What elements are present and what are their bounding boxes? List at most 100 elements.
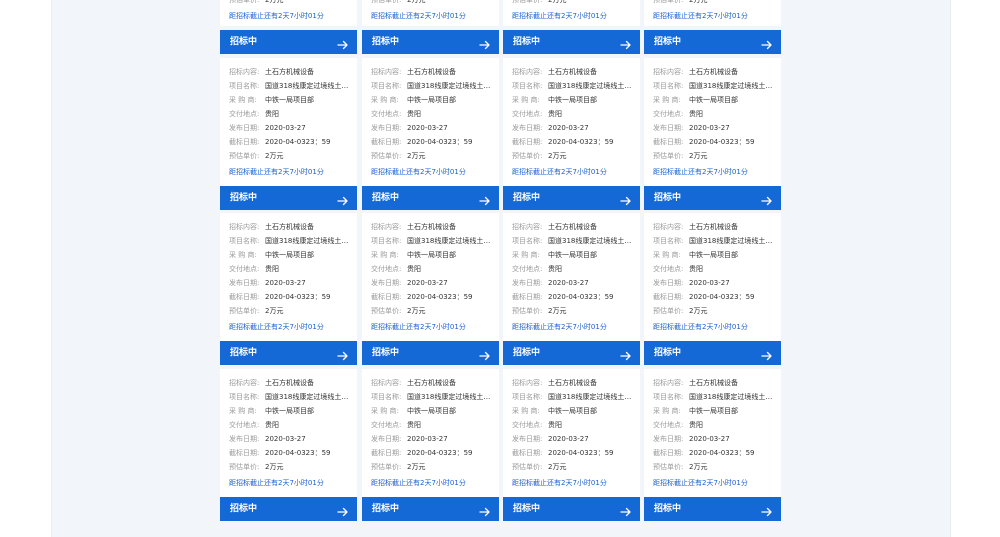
tender-card-body: 招标内容: 土石方机械设备 项目名称: 国道318线康定过境线土方... 采 购 商: 中… (644, 58, 781, 186)
location-row: 交付地点: 贵阳 (653, 107, 775, 121)
price-value: 2万元 (689, 307, 708, 315)
buyer-label: 采 购 商: (653, 407, 681, 415)
bid-status-button[interactable]: 招标中 (362, 497, 499, 521)
location-row: 交付地点: 贵阳 (512, 418, 634, 432)
location-value: 贵阳 (407, 421, 421, 429)
publish-row: 发布日期: 2020-03-27 (512, 432, 634, 446)
buyer-label: 采 购 商: (512, 96, 540, 104)
price-value: 2万元 (407, 152, 426, 160)
location-value: 贵阳 (265, 265, 279, 273)
tender-card-body: 招标内容: 土石方机械设备 项目名称: 国道318线康定过境线土方... 采 购 商: 中… (220, 369, 357, 497)
buyer-row: 采 购 商: 中铁一局项目部 (371, 404, 493, 418)
price-row: 预估单价: 2万元 (512, 149, 634, 163)
content-row: 招标内容: 土石方机械设备 (512, 220, 634, 234)
price-row: 预估单价: 2万元 (512, 460, 634, 474)
project-value: 国道318线康定过境线土方... (689, 237, 775, 245)
deadline-row: 截标日期: 2020-04-0323：59 (229, 446, 351, 460)
price-label: 预估单价: (512, 463, 543, 471)
tender-card-body: 招标内容: 土石方机械设备 项目名称: 国道318线康定过境线土方... 采 购 商: 中… (503, 213, 640, 341)
bid-status-button[interactable]: 招标中 (220, 341, 357, 365)
tender-card-body: 预估单价: 2万元 距招标截止还有2天7小时01分 (220, 0, 357, 26)
price-label: 预估单价: (371, 152, 402, 160)
location-row: 交付地点: 贵阳 (512, 262, 634, 276)
arrow-right-icon (761, 503, 773, 517)
bid-status-button[interactable]: 招标中 (362, 186, 499, 210)
publish-label: 发布日期: (371, 124, 402, 132)
deadline-label: 截标日期: (371, 138, 402, 146)
project-value: 国道318线康定过境线土方... (548, 82, 634, 90)
buyer-value: 中铁一局项目部 (265, 96, 314, 104)
bid-status-button[interactable]: 招标中 (503, 30, 640, 54)
buyer-label: 采 购 商: (229, 251, 257, 259)
bid-status-label: 招标中 (513, 37, 541, 47)
deadline-value: 2020-04-0323：59 (548, 449, 614, 457)
project-label: 项目名称: (229, 237, 260, 245)
publish-row: 发布日期: 2020-03-27 (653, 432, 775, 446)
project-row: 项目名称: 国道318线康定过境线土方... (229, 390, 351, 404)
bid-status-button[interactable]: 招标中 (644, 497, 781, 521)
location-row: 交付地点: 贵阳 (653, 262, 775, 276)
arrow-right-icon (479, 347, 491, 361)
content-label: 招标内容: (512, 68, 543, 76)
tender-card-body: 招标内容: 土石方机械设备 项目名称: 国道318线康定过境线土方... 采 购 商: 中… (503, 58, 640, 186)
project-value: 国道318线康定过境线土方... (265, 82, 351, 90)
publish-row: 发布日期: 2020-03-27 (371, 432, 493, 446)
deadline-row: 截标日期: 2020-04-0323：59 (653, 446, 775, 460)
bid-status-button[interactable]: 招标中 (362, 30, 499, 54)
bid-status-button[interactable]: 招标中 (362, 341, 499, 365)
bid-status-button[interactable]: 招标中 (220, 497, 357, 521)
deadline-value: 2020-04-0323：59 (548, 138, 614, 146)
publish-label: 发布日期: (229, 124, 260, 132)
location-value: 贵阳 (407, 110, 421, 118)
location-label: 交付地点: (512, 265, 543, 273)
buyer-value: 中铁一局项目部 (265, 251, 314, 259)
location-value: 贵阳 (689, 421, 703, 429)
arrow-right-icon (337, 192, 349, 206)
project-label: 项目名称: (653, 82, 684, 90)
publish-value: 2020-03-27 (407, 279, 448, 287)
project-value: 国道318线康定过境线土方... (548, 393, 634, 401)
bid-status-button[interactable]: 招标中 (644, 341, 781, 365)
arrow-right-icon (337, 36, 349, 50)
location-row: 交付地点: 贵阳 (371, 107, 493, 121)
field-label: 预估单价: (371, 0, 402, 4)
bid-status-button[interactable]: 招标中 (503, 497, 640, 521)
buyer-value: 中铁一局项目部 (407, 251, 456, 259)
buyer-row: 采 购 商: 中铁一局项目部 (512, 404, 634, 418)
publish-label: 发布日期: (229, 435, 260, 443)
deadline-row: 截标日期: 2020-04-0323：59 (653, 290, 775, 304)
bid-status-label: 招标中 (372, 504, 400, 514)
bid-status-button[interactable]: 招标中 (644, 30, 781, 54)
deadline-value: 2020-04-0323：59 (407, 449, 473, 457)
project-row: 项目名称: 国道318线康定过境线土方... (229, 234, 351, 248)
arrow-right-icon (479, 503, 491, 517)
buyer-label: 采 购 商: (229, 96, 257, 104)
bid-status-button[interactable]: 招标中 (220, 30, 357, 54)
price-label: 预估单价: (229, 152, 260, 160)
deadline-label: 截标日期: (229, 449, 260, 457)
publish-value: 2020-03-27 (265, 279, 306, 287)
project-row: 项目名称: 国道318线康定过境线土方... (512, 390, 634, 404)
field-value: 2万元 (407, 0, 426, 4)
publish-value: 2020-03-27 (265, 124, 306, 132)
deadline-countdown: 距招标截止还有2天7小时01分 (512, 479, 607, 487)
buyer-row: 采 购 商: 中铁一局项目部 (512, 93, 634, 107)
arrow-right-icon (761, 36, 773, 50)
buyer-row: 采 购 商: 中铁一局项目部 (229, 93, 351, 107)
arrow-right-icon (620, 36, 632, 50)
price-row: 预估单价: 2万元 (229, 460, 351, 474)
deadline-countdown: 距招标截止还有2天7小时01分 (653, 479, 748, 487)
deadline-countdown: 距招标截止还有2天7小时01分 (653, 168, 748, 176)
deadline-label: 截标日期: (512, 293, 543, 301)
price-row: 预估单价: 2万元 (653, 149, 775, 163)
bid-status-button[interactable]: 招标中 (503, 341, 640, 365)
price-row: 预估单价: 2万元 (653, 460, 775, 474)
location-label: 交付地点: (371, 110, 402, 118)
buyer-value: 中铁一局项目部 (548, 96, 597, 104)
deadline-row: 截标日期: 2020-04-0323：59 (229, 135, 351, 149)
bid-status-button[interactable]: 招标中 (503, 186, 640, 210)
bid-status-button[interactable]: 招标中 (644, 186, 781, 210)
tender-card-body: 招标内容: 土石方机械设备 项目名称: 国道318线康定过境线土方... 采 购 商: 中… (503, 369, 640, 497)
bid-status-button[interactable]: 招标中 (220, 186, 357, 210)
deadline-value: 2020-04-0323：59 (265, 138, 331, 146)
